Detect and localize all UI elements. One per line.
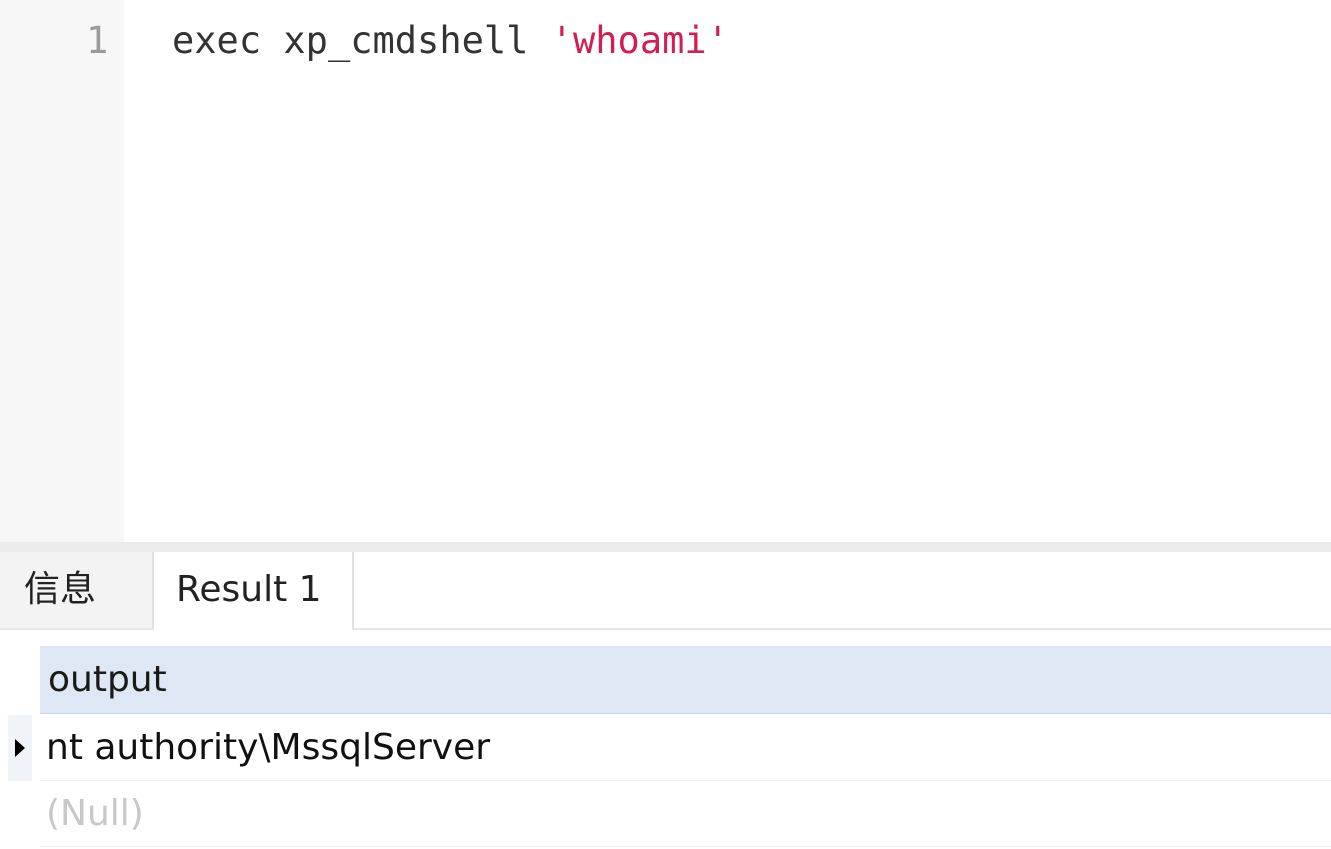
result-grid: output nt authority\MssqlServer (Null) [0, 630, 1331, 849]
row-indicator [8, 781, 32, 847]
column-header-output[interactable]: output [40, 646, 1331, 714]
sql-editor[interactable]: 1 exec xp_cmdshell 'whoami' [0, 0, 1331, 542]
line-number-gutter: 1 [0, 0, 124, 542]
code-area[interactable]: exec xp_cmdshell 'whoami' [124, 0, 1331, 542]
sql-query-window: 1 exec xp_cmdshell 'whoami' 信息 Result 1 … [0, 0, 1331, 849]
code-string-literal: 'whoami' [550, 19, 729, 62]
pane-splitter[interactable] [0, 542, 1331, 552]
result-tab-bar: 信息 Result 1 [0, 552, 1331, 630]
code-line[interactable]: exec xp_cmdshell 'whoami' [172, 16, 729, 66]
tab-result-1[interactable]: Result 1 [152, 552, 354, 630]
tab-info[interactable]: 信息 [0, 552, 152, 628]
code-keyword: exec [172, 19, 262, 62]
row-pointer-icon [8, 715, 32, 781]
table-row[interactable]: (Null) [40, 781, 1331, 847]
table-row[interactable]: nt authority\MssqlServer [40, 715, 1331, 781]
code-procedure-name: xp_cmdshell [283, 19, 529, 62]
line-number: 1 [86, 19, 109, 62]
